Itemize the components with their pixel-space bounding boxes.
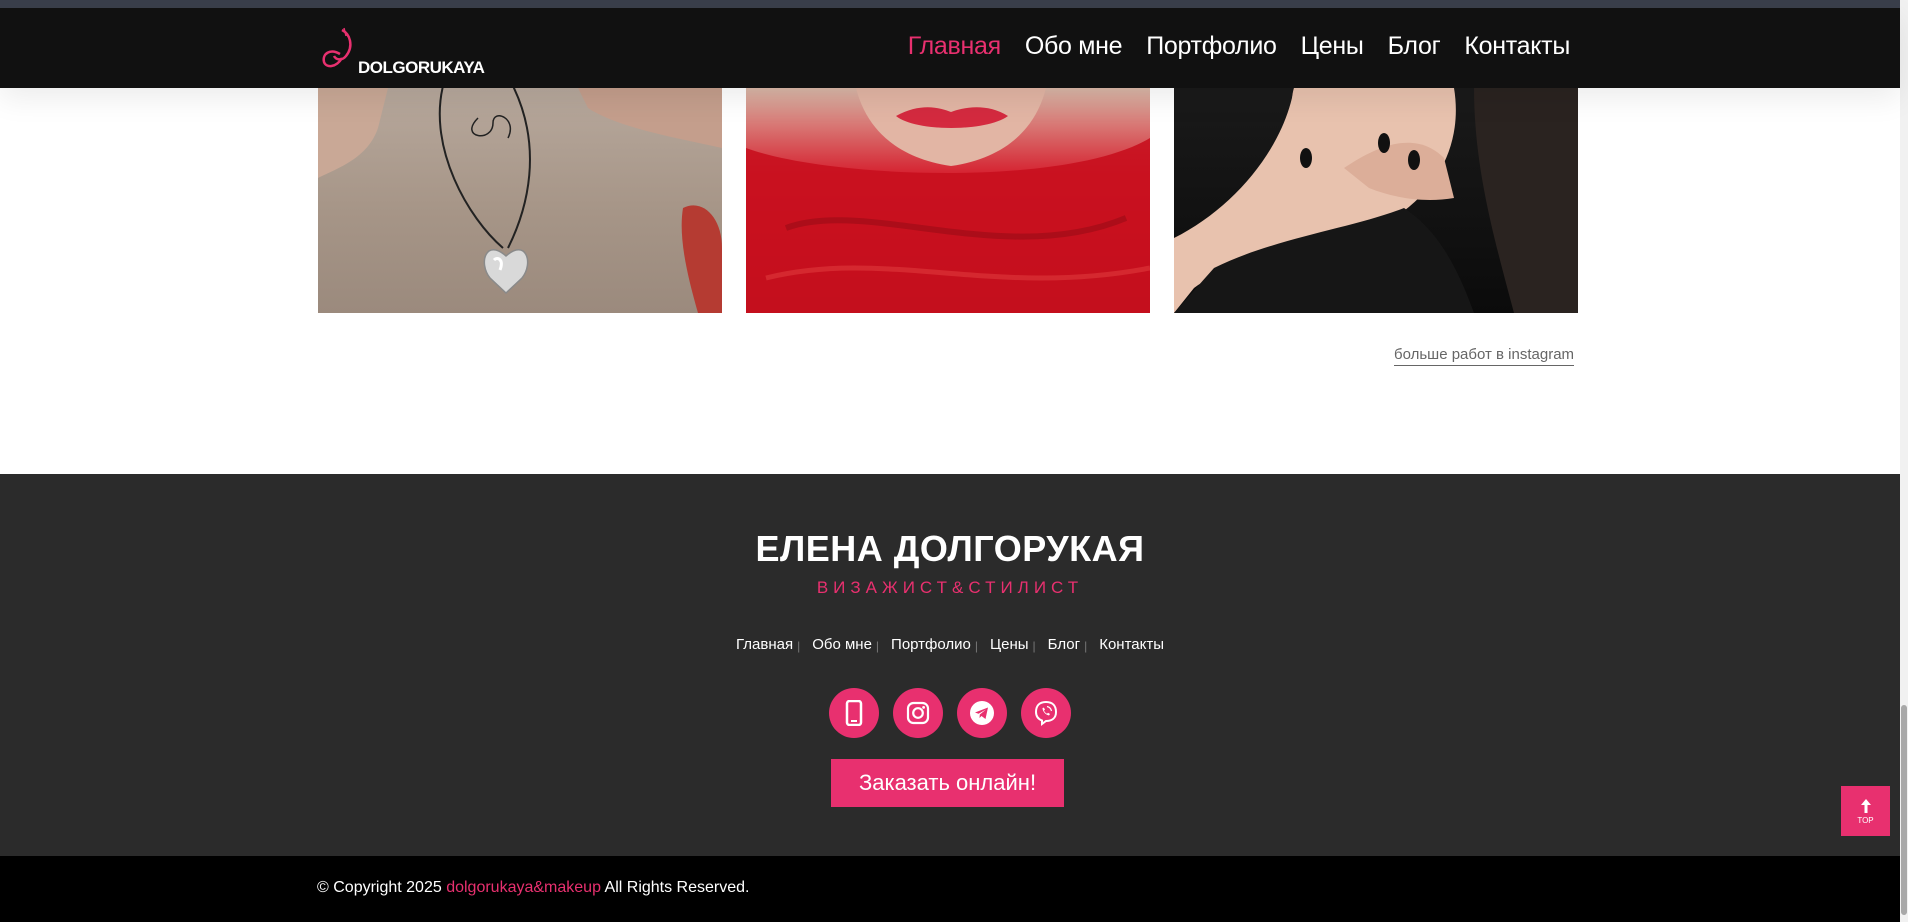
nav-item-prices[interactable]: Цены (1301, 32, 1364, 61)
scroll-to-top-button[interactable]: TOP (1841, 786, 1890, 836)
red-lips-illustration (746, 88, 1150, 313)
footer-nav-about[interactable]: Обо мне (812, 636, 872, 656)
nav-item-home[interactable]: Главная (908, 32, 1001, 61)
gallery-photo-necklace[interactable] (318, 88, 722, 313)
footer-nav-blog[interactable]: Блог (1048, 636, 1080, 656)
black-nails-illustration (1174, 88, 1578, 313)
gallery-photo-red-lips[interactable] (746, 88, 1150, 313)
browser-top-strip (0, 0, 1908, 8)
copyright-bar: © Copyright 2025 dolgorukaya&makeup All … (0, 856, 1900, 922)
copyright-text: © Copyright 2025 dolgorukaya&makeup All … (317, 879, 749, 897)
arrow-up-icon (1860, 798, 1871, 813)
viber-icon (1034, 700, 1058, 726)
footer-nav: Главная | Обо мне | Портфолио | Цены | Блог |… (0, 636, 1900, 656)
nav-item-portfolio[interactable]: Портфолио (1146, 32, 1277, 61)
site-footer: ЕЛЕНА ДОЛГОРУКАЯ ВИЗАЖИСТ&СТИЛИСТ Главна… (0, 474, 1900, 856)
gallery-photo-black-nails[interactable] (1174, 88, 1578, 313)
copyright-brand-link[interactable]: dolgorukaya&makeup (446, 879, 601, 896)
nav-separator: | (1084, 639, 1088, 653)
top-button-label: TOP (1857, 815, 1874, 825)
footer-nav-contacts[interactable]: Контакты (1099, 636, 1164, 656)
nav-item-contacts[interactable]: Контакты (1464, 32, 1570, 61)
site-logo[interactable]: DOLGORUKAYA (320, 24, 485, 77)
necklace-illustration (318, 88, 722, 313)
telegram-button[interactable] (957, 688, 1007, 738)
social-links (0, 688, 1900, 738)
copyright-prefix: © Copyright 2025 (317, 879, 442, 896)
instagram-gallery (318, 88, 1579, 313)
nav-separator: | (974, 639, 979, 653)
footer-name: ЕЛЕНА ДОЛГОРУКАЯ (755, 528, 1145, 569)
nav-separator: | (1032, 639, 1036, 653)
more-works-instagram-link[interactable]: больше работ в instagram (1394, 346, 1575, 366)
phone-button[interactable] (829, 688, 879, 738)
main-nav: Главная Обо мне Портфолио Цены Блог Конт… (908, 32, 1571, 61)
nav-item-blog[interactable]: Блог (1388, 32, 1441, 61)
site-header: DOLGORUKAYA Главная Обо мне Портфолио Це… (0, 8, 1900, 88)
footer-nav-portfolio[interactable]: Портфолио (891, 636, 971, 656)
nav-separator: | (797, 639, 801, 653)
telegram-icon (970, 701, 994, 725)
instagram-button[interactable] (893, 688, 943, 738)
nav-separator: | (875, 639, 880, 653)
phone-icon (845, 700, 863, 726)
order-online-button[interactable]: Заказать онлайн! (831, 759, 1064, 807)
copyright-suffix: All Rights Reserved. (604, 879, 750, 896)
page-scrollbar[interactable] (1900, 0, 1908, 922)
viber-button[interactable] (1021, 688, 1071, 738)
scrollbar-thumb[interactable] (1901, 705, 1907, 915)
butterfly-logo-icon (322, 27, 352, 68)
footer-subtitle: ВИЗАЖИСТ&СТИЛИСТ (816, 578, 1084, 597)
instagram-icon (906, 701, 930, 725)
footer-nav-home[interactable]: Главная (736, 636, 793, 656)
footer-nav-prices[interactable]: Цены (990, 636, 1029, 656)
logo-text: DOLGORUKAYA (358, 58, 485, 77)
nav-item-about[interactable]: Обо мне (1025, 32, 1123, 61)
